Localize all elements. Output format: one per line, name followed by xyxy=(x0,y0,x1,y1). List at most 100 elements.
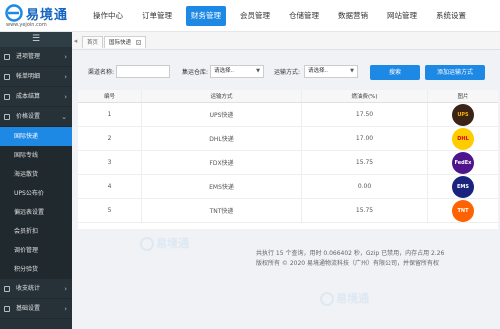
column-header: 图片 xyxy=(457,94,469,100)
add-transport-button[interactable]: 添加运输方式 xyxy=(425,65,485,80)
nav-item[interactable]: 财务管理 xyxy=(186,6,226,26)
tabs-bar: ◂ 首页 国际快递 × xyxy=(72,32,500,50)
sidebar-sub-item[interactable]: 海运散货 xyxy=(0,165,72,184)
search-button[interactable]: 搜索 xyxy=(370,65,420,80)
row-method: UPS快递 xyxy=(142,103,302,126)
footer-stats: 共执行 15 个查询，用时 0.066402 秒，Gzip 已禁用，内存占用 2… xyxy=(256,250,445,257)
sidebar-group[interactable]: 基础设置 › xyxy=(0,299,72,319)
sidebar-group-label: 成本结算 xyxy=(16,93,41,100)
sidebar-sub-item[interactable]: 调价管理 xyxy=(0,241,72,260)
nav-item[interactable]: 操作中心 xyxy=(88,6,128,26)
row-id: 3 xyxy=(78,151,142,174)
table-row[interactable]: 5 TNT快递 15.75 TNT xyxy=(78,199,498,223)
tab-home[interactable]: 首页 xyxy=(82,36,104,48)
carrier-logo: FedEx xyxy=(452,151,474,174)
method-label: 运输方式: xyxy=(274,69,301,76)
folder-icon xyxy=(4,74,10,80)
carrier-logo: UPS xyxy=(452,103,474,126)
sidebar-group-label: 基础设置 xyxy=(16,305,41,312)
row-fuel: 15.75 xyxy=(302,199,428,222)
chevron-icon: › xyxy=(64,73,67,81)
main-nav: 操作中心 订单管理 财务管理 会员管理 仓储管理 数据营销 网站管理 系统设置 xyxy=(88,6,480,26)
carrier-logo: EMS xyxy=(452,175,474,198)
tab-scroll-left-icon[interactable]: ◂ xyxy=(72,35,79,47)
menu-toggle-icon[interactable]: ☰ xyxy=(0,32,72,47)
folder-icon xyxy=(4,114,10,120)
chevron-down-icon: ▼ xyxy=(256,68,260,74)
row-id: 4 xyxy=(78,175,142,198)
sidebar-group-label: 进项管理 xyxy=(16,53,41,60)
sidebar-sub-item[interactable]: 国际专线 xyxy=(0,146,72,165)
row-id: 2 xyxy=(78,127,142,150)
table-row[interactable]: 2 DHL快递 17.00 DHL xyxy=(78,127,498,151)
sidebar-sub-item[interactable]: UPS公布价 xyxy=(0,184,72,203)
row-fuel: 17.50 xyxy=(302,103,428,126)
footer: 共执行 15 个查询，用时 0.066402 秒，Gzip 已禁用，内存占用 2… xyxy=(256,249,500,269)
logo-url: www.yejoin.com xyxy=(6,22,47,28)
method-select[interactable]: 请选择.. ▼ xyxy=(304,65,358,78)
logo-name: 易境通 xyxy=(26,8,69,23)
column-header: 燃油费(%) xyxy=(302,90,428,102)
row-method: DHL快递 xyxy=(142,127,302,150)
row-id: 1 xyxy=(78,103,142,126)
sidebar-group-label: 收支统计 xyxy=(16,285,41,292)
row-method: TNT快递 xyxy=(142,199,302,222)
footer-copyright: 版权所有 © 2020 易境通物流科技（广州）有限公司，并保留所有权 xyxy=(256,260,439,267)
nav-item[interactable]: 订单管理 xyxy=(137,6,177,26)
row-id: 5 xyxy=(78,199,142,222)
carrier-logo: DHL xyxy=(452,127,474,150)
table-row[interactable]: 3 FDX快递 15.75 FedEx xyxy=(78,151,498,175)
nav-item[interactable]: 系统设置 xyxy=(431,6,471,26)
top-header: 易境通 www.yejoin.com 操作中心 订单管理 财务管理 会员管理 仓储管理数… xyxy=(0,0,500,32)
sidebar-group[interactable]: 收支统计 › xyxy=(0,279,72,299)
table-row[interactable]: 4 EMS快递 0.00 EMS xyxy=(78,175,498,199)
table-row[interactable]: 1 UPS快递 17.50 UPS xyxy=(78,103,498,127)
sidebar-sub-item[interactable]: 偏远表设置 xyxy=(0,203,72,222)
tab-international-express[interactable]: 国际快递 × xyxy=(104,36,146,48)
sidebar: ☰ 进项管理 › 帐单明细 › 成本结算 › 价格设置 ⌄ 国际快递 国际专线 海运散货 UPS公布… xyxy=(0,32,72,329)
tab-close-icon[interactable]: × xyxy=(135,40,141,45)
chevron-icon: › xyxy=(64,285,67,293)
logo[interactable]: 易境通 www.yejoin.com xyxy=(4,3,84,30)
nav-item[interactable]: 数据营销 xyxy=(333,6,373,26)
search-bar: 渠道名称: 集运仓库: 请选择.. ▼ 运输方式: 请选择.. ▼ 搜索 添加运… xyxy=(78,62,498,82)
nav-item[interactable]: 网站管理 xyxy=(382,6,422,26)
channel-input[interactable] xyxy=(116,65,170,78)
column-header: 编号 xyxy=(78,90,142,102)
folder-icon xyxy=(4,54,10,60)
sidebar-group[interactable]: 成本结算 › xyxy=(0,87,72,107)
chevron-icon: › xyxy=(64,53,67,61)
sidebar-sub-item[interactable]: 会员折扣 xyxy=(0,222,72,241)
sidebar-group[interactable]: 价格设置 ⌄ xyxy=(0,107,72,127)
folder-icon xyxy=(4,94,10,100)
folder-icon xyxy=(4,306,10,312)
sidebar-group[interactable]: 帐单明细 › xyxy=(0,67,72,87)
row-logo-cell: UPS xyxy=(428,103,498,126)
watermark: 易境通 xyxy=(140,235,189,251)
app: 易境通 易境通 易境通 易境通 易境通 www.yejoin.com 操作中心订… xyxy=(0,0,500,329)
chevron-icon: › xyxy=(64,93,67,101)
nav-item[interactable]: 仓储管理 xyxy=(284,6,324,26)
row-logo-cell: EMS xyxy=(428,175,498,198)
row-fuel: 0.00 xyxy=(302,175,428,198)
sidebar-group[interactable]: 进项管理 › xyxy=(0,47,72,67)
nav-item[interactable]: 会员管理 xyxy=(235,6,275,26)
chevron-down-icon: ▼ xyxy=(350,68,354,74)
chevron-icon: › xyxy=(64,305,67,313)
sidebar-group-label: 帐单明细 xyxy=(16,73,41,80)
row-logo-cell: FedEx xyxy=(428,151,498,174)
row-method: FDX快递 xyxy=(142,151,302,174)
express-table: 编号 运输方式 燃油费(%) 图片 1 UPS快递 17.50 UPS 2 DHL快递 17… xyxy=(78,90,498,229)
folder-icon xyxy=(4,286,10,292)
column-header: 运输方式 xyxy=(142,90,302,102)
carrier-logo: TNT xyxy=(452,199,474,222)
row-fuel: 17.00 xyxy=(302,127,428,150)
watermark: 易境通 xyxy=(320,290,369,306)
sidebar-group-label: 价格设置 xyxy=(16,113,41,120)
sidebar-sub-item[interactable]: 国际快递 xyxy=(0,127,72,146)
row-logo-cell: TNT xyxy=(428,199,498,222)
row-fuel: 15.75 xyxy=(302,151,428,174)
sidebar-sub-item[interactable]: 积分验货 xyxy=(0,260,72,279)
table-header: 编号 运输方式 燃油费(%) 图片 xyxy=(78,90,498,103)
warehouse-select[interactable]: 请选择.. ▼ xyxy=(210,65,264,78)
